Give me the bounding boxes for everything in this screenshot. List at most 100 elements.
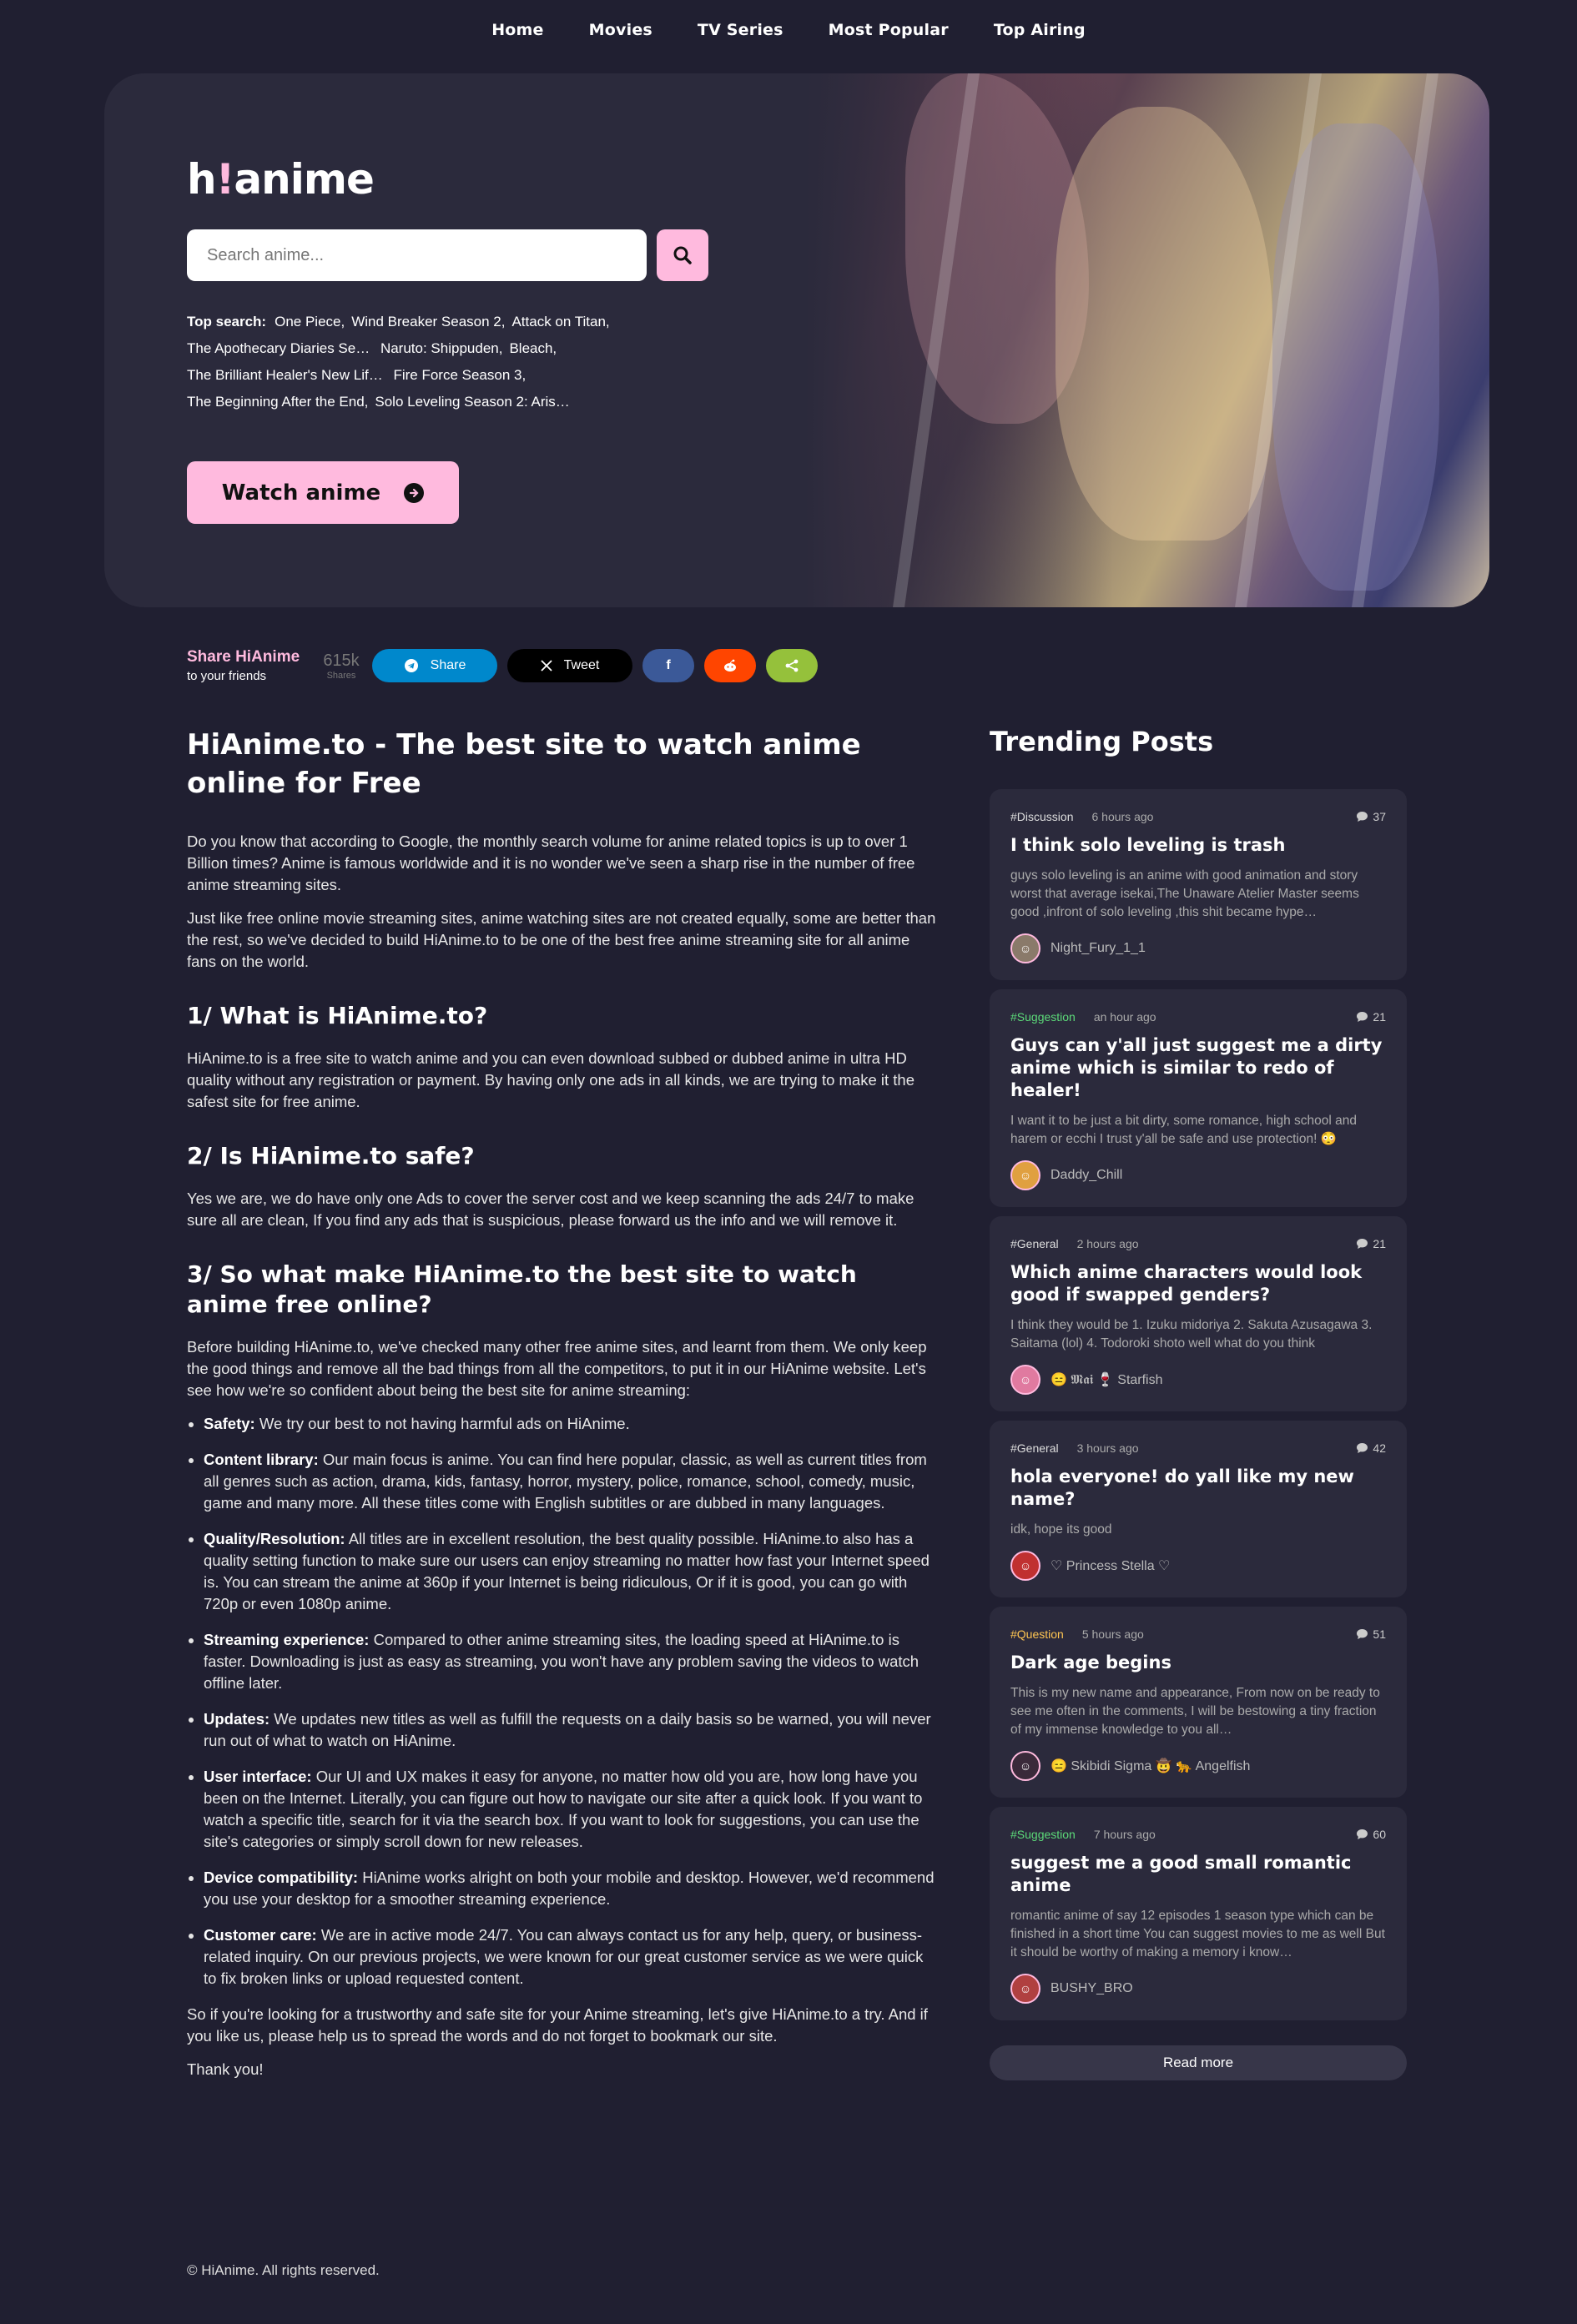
- post-time: 5 hours ago: [1081, 1627, 1144, 1641]
- trending-posts: Trending Posts #Discussion 6 hours ago 3…: [990, 726, 1407, 2080]
- article-paragraph: Thank you!: [187, 2060, 264, 2078]
- post-title[interactable]: Which anime characters would look good i…: [1010, 1261, 1386, 1306]
- feature-item: Device compatibility: HiAnime works alri…: [204, 1867, 938, 1910]
- post-time: 6 hours ago: [1091, 810, 1154, 823]
- comment-count: 37: [1356, 810, 1386, 823]
- post-card[interactable]: #Suggestion an hour ago 21 Guys can y'al…: [990, 989, 1407, 1207]
- author-name[interactable]: 😑 𝕸𝖆𝖎 🍷 Starfish: [1050, 1371, 1163, 1388]
- post-author: ☺ 😑 Skibidi Sigma 🤠 🐆 Angelfish: [1010, 1751, 1386, 1781]
- section-heading: 2/ Is HiAnime.to safe?: [187, 1142, 475, 1170]
- footer-copyright: © HiAnime. All rights reserved.: [187, 2262, 380, 2278]
- post-time: 7 hours ago: [1093, 1828, 1156, 1841]
- post-title[interactable]: Dark age begins: [1010, 1652, 1386, 1674]
- facebook-icon: f: [666, 658, 671, 672]
- site-logo[interactable]: h!anime: [187, 155, 375, 204]
- share-count: 615k Shares: [323, 651, 360, 681]
- avatar[interactable]: ☺: [1010, 1974, 1040, 2004]
- post-tag[interactable]: #General: [1010, 1237, 1059, 1250]
- watch-anime-button[interactable]: Watch anime: [187, 461, 459, 524]
- facebook-share-button[interactable]: f: [642, 649, 694, 682]
- search-input[interactable]: [187, 229, 647, 281]
- post-excerpt: romantic anime of say 12 episodes 1 seas…: [1010, 1909, 1385, 1959]
- top-search-item[interactable]: Attack on Titan,: [511, 314, 609, 329]
- nav-home[interactable]: Home: [491, 21, 543, 39]
- nav-tv-series[interactable]: TV Series: [698, 21, 783, 39]
- feature-item: Quality/Resolution: All titles are in ex…: [204, 1528, 938, 1615]
- top-search-item[interactable]: One Piece,: [275, 314, 345, 329]
- author-name[interactable]: 😑 Skibidi Sigma 🤠 🐆 Angelfish: [1050, 1758, 1250, 1774]
- avatar[interactable]: ☺: [1010, 1751, 1040, 1781]
- top-search-item[interactable]: The Brilliant Healer's New Lif…: [187, 367, 383, 383]
- post-title[interactable]: Guys can y'all just suggest me a dirty a…: [1010, 1034, 1386, 1102]
- avatar[interactable]: ☺: [1010, 1160, 1040, 1190]
- hero-artwork: [805, 73, 1489, 607]
- more-share-button[interactable]: [766, 649, 818, 682]
- author-name[interactable]: ♡ Princess Stella ♡: [1050, 1557, 1170, 1574]
- post-meta: #General 2 hours ago 21: [1010, 1236, 1386, 1251]
- trending-title: Trending Posts: [990, 726, 1214, 757]
- post-time: 2 hours ago: [1076, 1237, 1139, 1250]
- post-tag[interactable]: #Discussion: [1010, 810, 1073, 823]
- nav-most-popular[interactable]: Most Popular: [829, 21, 949, 39]
- post-card[interactable]: #General 3 hours ago 42 hola everyone! d…: [990, 1421, 1407, 1597]
- nav-movies[interactable]: Movies: [589, 21, 652, 39]
- section-heading: 1/ What is HiAnime.to?: [187, 1002, 488, 1029]
- comment-count: 21: [1356, 1237, 1386, 1250]
- tweet-button[interactable]: Tweet: [507, 649, 632, 682]
- comment-icon: [1357, 1629, 1368, 1639]
- post-title[interactable]: I think solo leveling is trash: [1010, 834, 1386, 857]
- post-author: ☺ BUSHY_BRO: [1010, 1974, 1386, 2004]
- post-card[interactable]: #General 2 hours ago 21 Which anime char…: [990, 1216, 1407, 1411]
- post-meta: #Suggestion an hour ago 21: [1010, 1009, 1386, 1024]
- author-name[interactable]: Night_Fury_1_1: [1050, 941, 1146, 956]
- post-title[interactable]: suggest me a good small romantic anime: [1010, 1852, 1386, 1897]
- top-search-item[interactable]: Bleach,: [509, 340, 557, 356]
- article-paragraph: Do you know that according to Google, th…: [187, 833, 915, 893]
- avatar[interactable]: ☺: [1010, 1365, 1040, 1395]
- read-more-button[interactable]: Read more: [990, 2045, 1407, 2080]
- top-search-label: Top search:: [187, 314, 267, 329]
- top-search-item[interactable]: The Apothecary Diaries Se…: [187, 340, 370, 356]
- share-icon: [785, 659, 799, 672]
- arrow-right-icon: [404, 482, 425, 503]
- x-icon: [541, 660, 552, 672]
- post-card[interactable]: #Question 5 hours ago 51 Dark age begins…: [990, 1607, 1407, 1798]
- top-search-item[interactable]: Naruto: Shippuden,: [380, 340, 503, 356]
- article-paragraph: So if you're looking for a trustworthy a…: [187, 2005, 928, 2045]
- hero-banner: h!anime Top search: One Piece, Wind Breake…: [104, 73, 1489, 607]
- section-heading: 3/ So what make HiAnime.to the best site…: [187, 1260, 857, 1318]
- post-excerpt: idk, hope its good: [1010, 1522, 1112, 1537]
- post-excerpt: This is my new name and appearance, From…: [1010, 1686, 1380, 1737]
- feature-list: Safety: We try our best to not having ha…: [187, 1413, 938, 1989]
- avatar[interactable]: ☺: [1010, 1551, 1040, 1581]
- author-name[interactable]: Daddy_Chill: [1050, 1168, 1122, 1183]
- top-search-item[interactable]: Solo Leveling Season 2: Aris…: [375, 394, 569, 410]
- reddit-share-button[interactable]: [704, 649, 756, 682]
- post-tag[interactable]: #Suggestion: [1010, 1010, 1076, 1024]
- top-search-item[interactable]: Fire Force Season 3,: [393, 367, 526, 383]
- post-card[interactable]: #Suggestion 7 hours ago 60 suggest me a …: [990, 1807, 1407, 2020]
- author-name[interactable]: BUSHY_BRO: [1050, 1981, 1133, 1996]
- search-button[interactable]: [657, 229, 708, 281]
- post-title[interactable]: hola everyone! do yall like my new name?: [1010, 1466, 1386, 1511]
- nav-top-airing[interactable]: Top Airing: [994, 21, 1086, 39]
- top-search-item[interactable]: Wind Breaker Season 2,: [351, 314, 505, 329]
- post-tag[interactable]: #Suggestion: [1010, 1828, 1076, 1841]
- post-excerpt: guys solo leveling is an anime with good…: [1010, 868, 1359, 919]
- avatar[interactable]: ☺: [1010, 933, 1040, 963]
- post-author: ☺ ♡ Princess Stella ♡: [1010, 1551, 1386, 1581]
- article-paragraph: Before building HiAnime.to, we've checke…: [187, 1338, 927, 1399]
- post-time: 3 hours ago: [1076, 1441, 1139, 1455]
- post-excerpt: I think they would be 1. Izuku midoriya …: [1010, 1318, 1373, 1351]
- share-title: Share HiAnime: [187, 648, 300, 666]
- post-tag[interactable]: #Question: [1010, 1627, 1064, 1641]
- feature-item: Streaming experience: Compared to other …: [204, 1629, 938, 1694]
- post-tag[interactable]: #General: [1010, 1441, 1059, 1455]
- telegram-share-button[interactable]: Share: [372, 649, 497, 682]
- seo-article: HiAnime.to - The best site to watch anim…: [187, 726, 938, 2092]
- comment-count: 42: [1356, 1441, 1386, 1455]
- article-paragraph: Yes we are, we do have only one Ads to c…: [187, 1190, 914, 1229]
- post-card[interactable]: #Discussion 6 hours ago 37 I think solo …: [990, 789, 1407, 980]
- top-search-item[interactable]: The Beginning After the End,: [187, 394, 368, 410]
- post-excerpt: I want it to be just a bit dirty, some r…: [1010, 1114, 1357, 1146]
